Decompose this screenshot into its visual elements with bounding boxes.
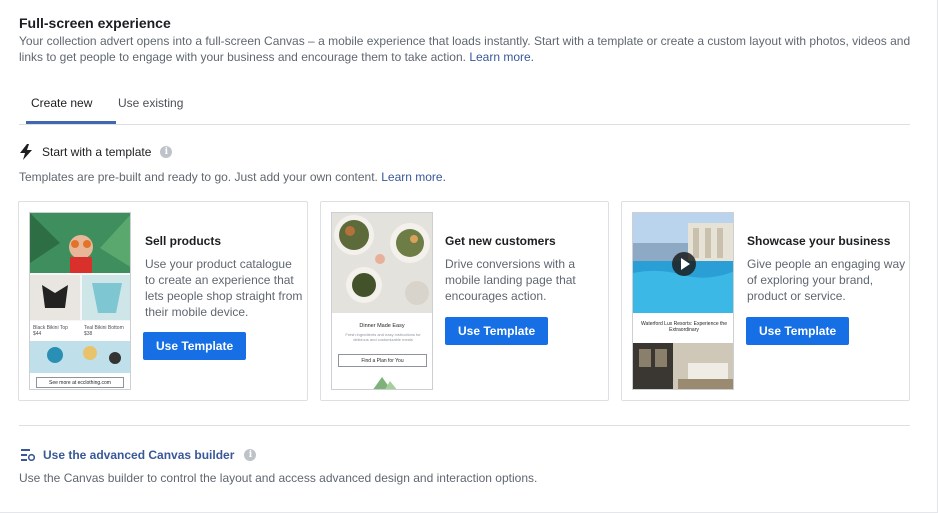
tab-bar: Create new Use existing	[19, 86, 910, 125]
tab-create-new[interactable]: Create new	[31, 96, 92, 110]
template-learn-more-link[interactable]: Learn more.	[381, 170, 446, 184]
active-tab-indicator	[26, 121, 116, 124]
sell-products-thumbnail: Black Bikini Top $44 Teal Bikini Bottom $3…	[29, 212, 131, 390]
play-icon	[672, 252, 696, 276]
thumb-footer-image	[332, 373, 432, 389]
lightning-icon	[20, 144, 32, 160]
thumb-see-more-button: See more at ecclothing.com	[36, 377, 124, 388]
thumb-body-text: Fresh ingredients and easy instructions …	[345, 332, 421, 342]
thumb-find-plan-button: Find a Plan for You	[338, 354, 427, 367]
canvas-builder-icon	[21, 449, 35, 461]
thumb-caption: Waterford Lux Resorts: Experience the Ex…	[641, 321, 727, 333]
template-card-sell-products: Black Bikini Top $44 Teal Bikini Bottom $3…	[18, 201, 308, 401]
info-icon[interactable]: i	[160, 146, 173, 158]
template-card-showcase-business: Waterford Lux Resorts: Experience the Ex…	[621, 201, 910, 401]
fashion-preview-image	[30, 213, 130, 389]
interior-preview-image	[633, 343, 733, 389]
use-template-button-get-new-customers[interactable]: Use Template	[445, 317, 549, 345]
thumb-caption-right: Teal Bikini Bottom $38	[84, 325, 124, 337]
card-description: Use your product catalogue to create an …	[145, 257, 303, 319]
section-title: Full-screen experience	[19, 15, 171, 31]
full-screen-experience-panel: Full-screen experience Your collection a…	[0, 0, 938, 513]
card-title: Showcase your business	[747, 234, 891, 248]
info-icon[interactable]: i	[244, 449, 257, 461]
card-title: Get new customers	[445, 234, 556, 248]
template-subtitle: Templates are pre-built and ready to go.…	[19, 170, 446, 184]
card-description: Drive conversions with a mobile landing …	[445, 257, 576, 303]
use-template-button-showcase-business[interactable]: Use Template	[746, 317, 850, 345]
template-heading-label: Start with a template	[42, 145, 152, 159]
tab-use-existing[interactable]: Use existing	[118, 96, 183, 110]
card-description: Give people an engaging way of exploring…	[747, 257, 906, 303]
section-description: Your collection advert opens into a full…	[19, 33, 919, 65]
advanced-builder-heading[interactable]: Use the advanced Canvas builder i	[21, 448, 257, 462]
template-card-get-new-customers: Dinner Made Easy Fresh ingredients and e…	[320, 201, 609, 401]
thumb-caption-left: Black Bikini Top $44	[33, 325, 68, 337]
advanced-builder-description: Use the Canvas builder to control the la…	[19, 471, 538, 485]
use-template-button-sell-products[interactable]: Use Template	[143, 332, 247, 360]
showcase-business-thumbnail: Waterford Lux Resorts: Experience the Ex…	[632, 212, 734, 390]
section-divider	[19, 425, 910, 426]
description-text: Your collection advert opens into a full…	[19, 34, 911, 64]
card-title: Sell products	[145, 234, 222, 248]
template-subtitle-text: Templates are pre-built and ready to go.…	[19, 170, 378, 184]
thumb-caption: Dinner Made Easy	[359, 323, 405, 329]
advanced-builder-link[interactable]: Use the advanced Canvas builder	[43, 448, 234, 462]
template-heading: Start with a template i	[19, 144, 173, 160]
get-new-customers-thumbnail: Dinner Made Easy Fresh ingredients and e…	[331, 212, 433, 390]
food-preview-image	[332, 213, 432, 313]
learn-more-link[interactable]: Learn more.	[469, 50, 534, 64]
